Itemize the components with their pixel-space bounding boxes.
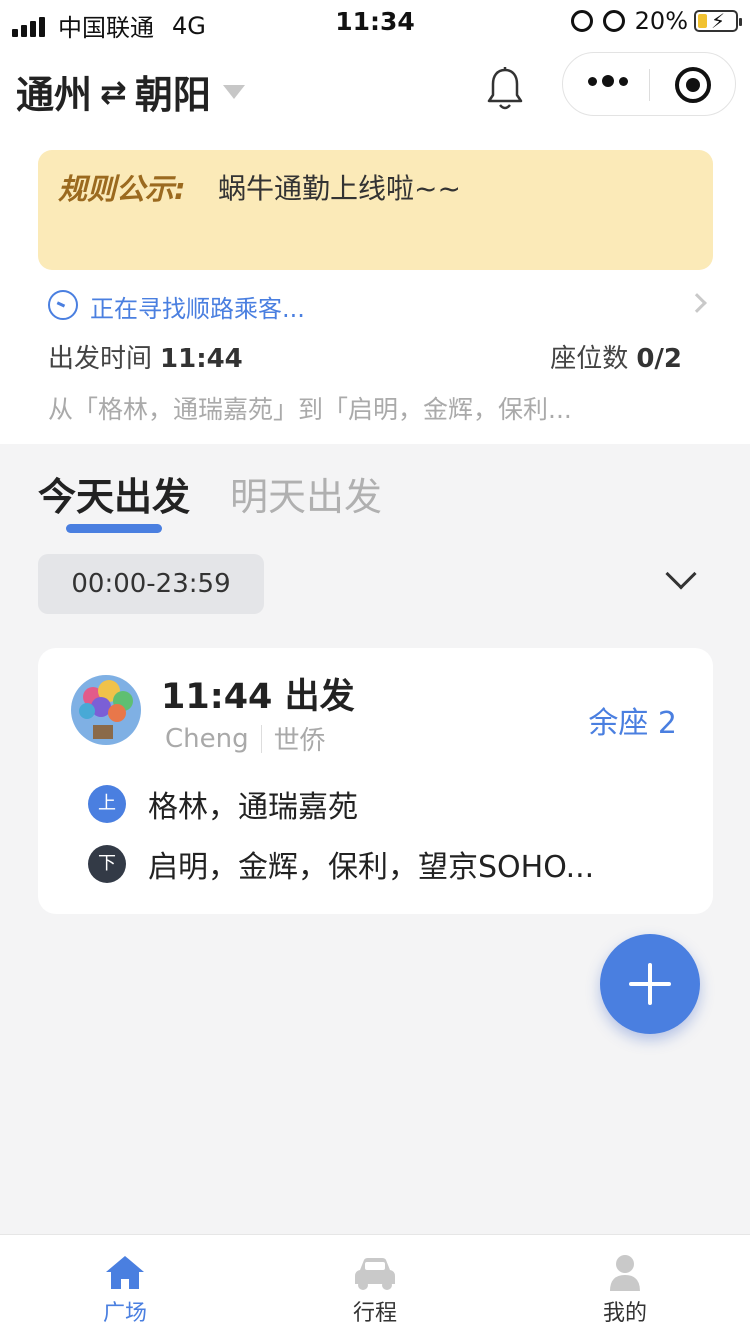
more-icon[interactable] <box>588 75 633 87</box>
miniprogram-capsule <box>562 52 736 116</box>
trip-time: 11:44 出发 <box>161 677 355 717</box>
seats-label: 座位数 <box>550 344 629 374</box>
tabbar-item-trips[interactable]: 行程 <box>250 1235 500 1334</box>
battery-percent: 20% <box>634 7 688 35</box>
tabbar-item-me[interactable]: 我的 <box>500 1235 750 1334</box>
tabbar-item-plaza[interactable]: 广场 <box>0 1235 250 1334</box>
tabbar-label-plaza: 广场 <box>102 1301 147 1326</box>
pickup-text: 格林，通瑞嘉苑 <box>148 790 358 825</box>
capsule-divider <box>649 69 650 101</box>
dropoff-badge: 下 <box>88 845 126 883</box>
status-bar: 中国联通 4G 11:34 20% ⚡ <box>0 0 750 44</box>
tab-tomorrow[interactable]: 明天出发 <box>230 466 382 521</box>
tabbar-label-me: 我的 <box>602 1301 647 1326</box>
route-to: 朝阳 <box>134 73 211 117</box>
bell-icon[interactable] <box>486 66 524 112</box>
caret-down-icon <box>222 84 245 99</box>
trip-card[interactable]: 11:44 出发 Cheng 世侨 余座 2 上 格林，通瑞嘉苑 下 启明，金辉… <box>38 648 713 914</box>
chevron-right-icon <box>687 293 707 313</box>
driver-name: Cheng <box>165 723 249 754</box>
alarm-icon <box>602 10 625 32</box>
swap-icon: ⇄ <box>100 72 127 111</box>
bottom-tab-bar: 广场 行程 我的 <box>0 1234 750 1334</box>
route-from: 通州 <box>16 73 93 117</box>
battery-icon: ⚡ <box>694 9 742 33</box>
tabbar-label-trips: 行程 <box>352 1301 397 1326</box>
current-trip-info: 出发时间 11:44 座位数 0/2 <box>48 338 682 374</box>
dropoff-text: 启明，金辉，保利，望京SOHO... <box>148 850 595 885</box>
status-text: 正在寻找顺路乘客... <box>90 295 305 323</box>
pickup-badge: 上 <box>88 785 126 823</box>
driver-info: Cheng 世侨 <box>165 720 326 757</box>
tab-today[interactable]: 今天出发 <box>38 466 190 521</box>
dropoff-stop: 下 启明，金辉，保利，望京SOHO... <box>88 842 594 886</box>
user-icon <box>610 1255 640 1291</box>
home-icon <box>106 1256 144 1289</box>
time-range-filter[interactable]: 00:00-23:59 <box>38 554 264 614</box>
seats-left: 余座 2 <box>588 706 677 741</box>
avatar <box>71 675 141 745</box>
close-target-icon[interactable] <box>675 67 711 103</box>
route-summary: 从「格林，通瑞嘉苑」到「启明，金辉，保利... <box>48 395 572 424</box>
pickup-stop: 上 格林，通瑞嘉苑 <box>88 782 358 826</box>
add-trip-button[interactable] <box>600 934 700 1034</box>
departure-label: 出发时间 <box>48 344 153 374</box>
departure-time: 11:44 <box>160 344 243 374</box>
notice-text: 蜗牛通勤上线啦~~ <box>218 172 461 205</box>
rule-notice[interactable]: 规则公示: 蜗牛通勤上线啦~~ <box>38 150 713 270</box>
driver-company: 世侨 <box>273 726 326 756</box>
tab-indicator <box>66 524 162 533</box>
route-selector[interactable]: 通州 ⇄ 朝阳 <box>16 64 245 119</box>
orientation-lock-icon <box>570 10 593 32</box>
chevron-down-icon[interactable] <box>665 558 697 590</box>
clock-icon <box>48 290 78 320</box>
seats-value: 0/2 <box>636 344 682 374</box>
current-trip-status[interactable]: 正在寻找顺路乘客... <box>48 288 708 323</box>
status-right: 20% ⚡ <box>570 7 742 35</box>
notice-label: 规则公示: <box>58 172 186 206</box>
car-icon <box>355 1258 395 1290</box>
